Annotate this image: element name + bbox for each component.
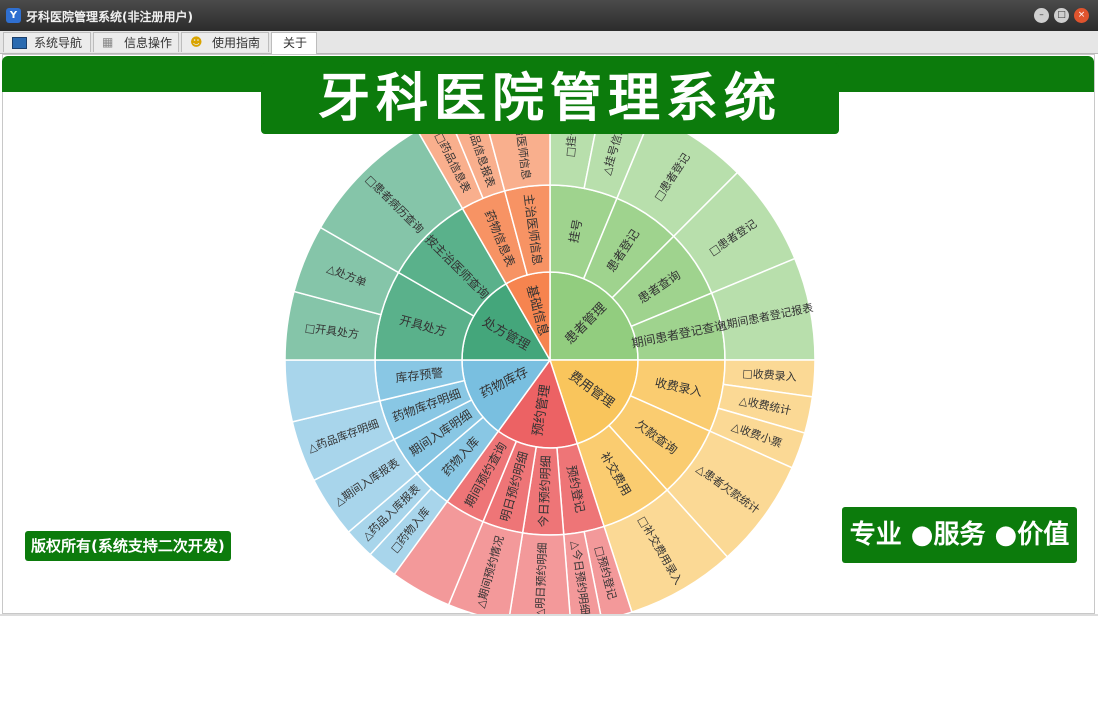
sunburst-function-label: 今日预约明细 bbox=[535, 455, 553, 528]
slogan-label: 专业 ●服务 ●价值 bbox=[842, 507, 1077, 563]
banner: 牙科医院管理系统 bbox=[261, 63, 839, 134]
status-bar bbox=[0, 614, 1098, 616]
banner-title: 牙科医院管理系统 bbox=[317, 68, 782, 129]
copyright-label: 版权所有(系统支持二次开发) bbox=[25, 531, 231, 561]
app-window: Y 牙科医院管理系统(非注册用户) – □ × 系统导航 ▦ 信息操作 ☻ 使用… bbox=[0, 0, 1098, 616]
